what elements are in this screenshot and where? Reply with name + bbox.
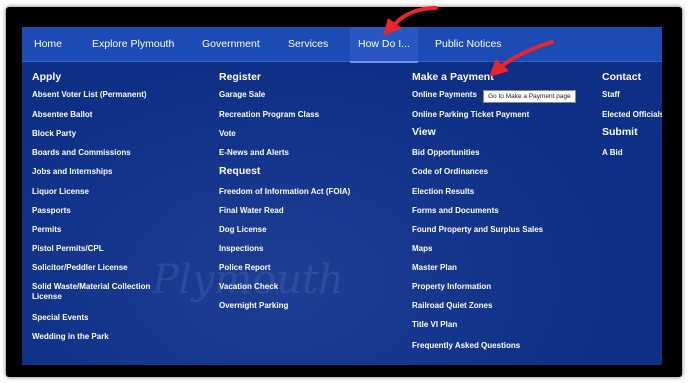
link-master-plan[interactable]: Master Plan: [412, 263, 457, 273]
link-code-of-ordinances[interactable]: Code of Ordinances: [412, 167, 488, 177]
link-foia[interactable]: Freedom of Information Act (FOIA): [219, 187, 350, 197]
tooltip: Go to Make a Payment page: [483, 90, 576, 103]
link-garage-sale[interactable]: Garage Sale: [219, 90, 265, 100]
link-election-results[interactable]: Election Results: [412, 187, 474, 197]
link-pistol-permits[interactable]: Pistol Permits/CPL: [32, 244, 104, 254]
nav-government[interactable]: Government: [202, 27, 260, 61]
link-solid-waste-license[interactable]: Solid Waste/Material Collection License: [32, 282, 182, 302]
mega-menu-container: Plymouth Home Explore Plymouth Governmen…: [22, 27, 662, 365]
link-online-parking-ticket-payment[interactable]: Online Parking Ticket Payment: [412, 110, 529, 120]
link-e-news-and-alerts[interactable]: E-News and Alerts: [219, 148, 289, 158]
link-maps[interactable]: Maps: [412, 244, 432, 254]
link-liquor-license[interactable]: Liquor License: [32, 187, 89, 197]
link-passports[interactable]: Passports: [32, 206, 71, 216]
link-solicitor-peddler-license[interactable]: Solicitor/Peddler License: [32, 263, 128, 273]
submit-heading: Submit: [602, 126, 638, 138]
nav-home[interactable]: Home: [34, 27, 62, 61]
payment-view-column: Make a Payment Online Payments Online Pa…: [412, 69, 602, 350]
link-online-payments[interactable]: Online Payments: [412, 90, 477, 100]
link-police-report[interactable]: Police Report: [219, 263, 271, 273]
view-heading: View: [412, 126, 436, 138]
register-heading: Register: [219, 71, 262, 83]
link-overnight-parking[interactable]: Overnight Parking: [219, 301, 288, 311]
link-wedding-in-the-park[interactable]: Wedding in the Park: [32, 332, 109, 342]
link-absent-voter-list[interactable]: Absent Voter List (Permanent): [32, 90, 147, 100]
make-a-payment-heading: Make a Payment: [412, 71, 494, 83]
link-a-bid[interactable]: A Bid: [602, 148, 623, 158]
link-faq[interactable]: Frequently Asked Questions: [412, 341, 520, 351]
link-recreation-program-class[interactable]: Recreation Program Class: [219, 110, 319, 120]
nav-public-notices[interactable]: Public Notices: [435, 27, 502, 61]
link-block-party[interactable]: Block Party: [32, 129, 76, 139]
apply-column: Apply Absent Voter List (Permanent) Abse…: [32, 69, 202, 341]
link-dog-license[interactable]: Dog License: [219, 225, 267, 235]
top-navigation-bar: Home Explore Plymouth Government Service…: [22, 27, 662, 63]
link-bid-opportunities[interactable]: Bid Opportunities: [412, 148, 480, 158]
nav-services[interactable]: Services: [288, 27, 328, 61]
apply-heading: Apply: [32, 71, 62, 83]
contact-submit-column: Contact Staff Elected Officials Submit A…: [602, 69, 662, 157]
link-special-events[interactable]: Special Events: [32, 313, 88, 323]
link-property-information[interactable]: Property Information: [412, 282, 491, 292]
link-inspections[interactable]: Inspections: [219, 244, 263, 254]
link-found-property[interactable]: Found Property and Surplus Sales: [412, 225, 543, 235]
link-title-vi-plan[interactable]: Title VI Plan: [412, 320, 457, 330]
link-vacation-check[interactable]: Vacation Check: [219, 282, 278, 292]
register-request-column: Register Garage Sale Recreation Program …: [219, 69, 399, 310]
link-forms-and-documents[interactable]: Forms and Documents: [412, 206, 499, 216]
contact-heading: Contact: [602, 71, 642, 83]
link-railroad-quiet-zones[interactable]: Railroad Quiet Zones: [412, 301, 492, 311]
link-vote[interactable]: Vote: [219, 129, 236, 139]
link-jobs-and-internships[interactable]: Jobs and Internships: [32, 167, 112, 177]
link-absentee-ballot[interactable]: Absentee Ballot: [32, 110, 92, 120]
request-heading: Request: [219, 165, 261, 177]
link-staff[interactable]: Staff: [602, 90, 620, 100]
nav-how-do-i[interactable]: How Do I...: [350, 27, 418, 63]
link-permits[interactable]: Permits: [32, 225, 61, 235]
link-final-water-read[interactable]: Final Water Read: [219, 206, 284, 216]
link-boards-and-commissions[interactable]: Boards and Commissions: [32, 148, 131, 158]
link-elected-officials[interactable]: Elected Officials: [602, 110, 662, 120]
nav-explore-plymouth[interactable]: Explore Plymouth: [92, 27, 174, 61]
